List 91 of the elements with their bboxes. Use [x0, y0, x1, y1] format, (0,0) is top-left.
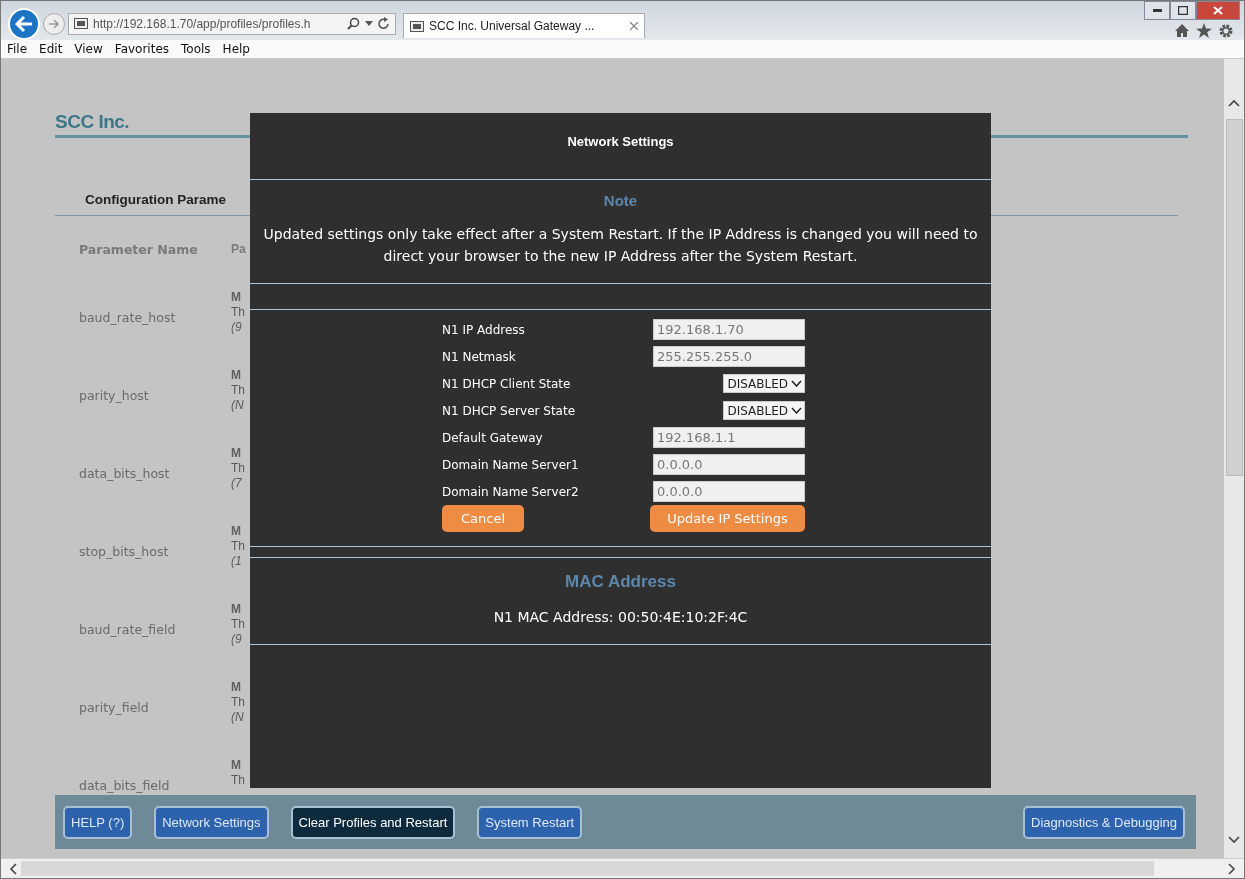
parameter-title: M	[231, 290, 241, 304]
toolbar-button[interactable]: HELP (?)	[63, 805, 133, 839]
url-text: http://192.168.1.70/app/profiles/profiles.h	[93, 16, 312, 31]
page-icon	[410, 20, 424, 32]
input-field[interactable]: 255.255.255.0	[653, 346, 805, 367]
column-header: Parameter Name	[79, 242, 199, 259]
field-label: N1 IP Address	[442, 322, 526, 337]
back-arrow-icon	[15, 15, 33, 32]
parameter-description: Th	[231, 617, 245, 631]
menu-item[interactable]: View	[74, 42, 103, 56]
browser-tab[interactable]: SCC Inc. Universal Gateway ...	[403, 13, 645, 38]
parameter-name: data_bits_host	[79, 466, 170, 481]
parameter-description: Th	[231, 539, 245, 553]
input-field[interactable]: 192.168.1.70	[653, 319, 805, 340]
close-button[interactable]	[1196, 1, 1240, 20]
parameter-name: baud_rate_host	[79, 310, 176, 325]
input-field[interactable]: 0.0.0.0	[653, 481, 805, 502]
note-text: Updated settings only take effect after a System Restart. If the IP Address is changed you will need to direct your browser to the new IP Address after the System Restart.	[262, 225, 979, 266]
toolbar-button[interactable]: Clear Profiles and Restart	[290, 805, 456, 839]
parameter-hint: (1	[231, 554, 242, 568]
column-header: Pa	[231, 242, 247, 258]
parameter-name: parity_host	[79, 388, 149, 403]
parameter-description: Th	[231, 695, 245, 709]
home-icon[interactable]	[1174, 23, 1190, 38]
mac-address-text: N1 MAC Address: 00:50:4E:10:2F:4C	[492, 608, 749, 627]
menu-item[interactable]: Edit	[39, 42, 63, 56]
menu-item[interactable]: Help	[222, 42, 250, 56]
toolbar-button[interactable]: Network Settings	[154, 805, 269, 839]
parameter-name: parity_field	[79, 700, 149, 715]
page-icon	[74, 18, 88, 29]
parameter-description: Th	[231, 383, 245, 397]
input-field[interactable]: 192.168.1.1	[653, 427, 805, 448]
field-label: Domain Name Server1	[442, 457, 580, 472]
parameter-title: M	[231, 368, 241, 382]
dropdown-value: DISABLED	[727, 403, 788, 418]
vertical-scrollbar[interactable]	[1224, 59, 1244, 858]
address-bar[interactable]: http://192.168.1.70/app/profiles/profiles.h	[68, 12, 396, 35]
field-label: Default Gateway	[442, 430, 544, 445]
toolbar-button[interactable]: Diagnostics & Debugging	[1023, 805, 1185, 839]
dropdown[interactable]: DISABLED	[723, 374, 805, 393]
tab-title: SCC Inc. Universal Gateway ...	[429, 19, 596, 33]
menu-item[interactable]: Tools	[181, 42, 211, 56]
menu-item[interactable]: File	[7, 42, 28, 56]
forward-arrow-icon	[48, 18, 60, 29]
dialog-title: Network Settings	[250, 113, 991, 180]
parameter-hint: (9	[231, 632, 242, 646]
refresh-icon[interactable]	[378, 17, 390, 30]
parameter-hint: (9	[231, 320, 242, 334]
scroll-left-icon[interactable]	[9, 862, 17, 875]
parameter-hint: (N	[231, 710, 244, 724]
mac-heading: MAC Address	[564, 572, 677, 592]
maximize-icon	[1178, 6, 1188, 15]
chevron-down-icon	[791, 380, 802, 387]
dropdown-value: DISABLED	[727, 376, 788, 391]
parameter-title: M	[231, 758, 241, 772]
note-heading: Note	[602, 192, 639, 209]
parameter-hint: (7	[231, 476, 242, 490]
scroll-up-icon[interactable]	[1228, 99, 1240, 107]
toolbar-button[interactable]: System Restart	[477, 805, 583, 839]
parameter-title: M	[231, 680, 241, 694]
close-icon[interactable]	[630, 22, 638, 30]
back-button[interactable]	[8, 7, 40, 40]
scroll-right-icon[interactable]	[1228, 862, 1236, 875]
input-field[interactable]: 0.0.0.0	[653, 454, 805, 475]
minimize-button[interactable]	[1144, 1, 1170, 20]
search-icon[interactable]	[347, 17, 360, 30]
parameter-description: Th	[231, 773, 245, 787]
field-label: N1 Netmask	[442, 349, 517, 364]
settings-icon[interactable]	[1218, 23, 1234, 39]
chevron-down-icon	[791, 407, 802, 414]
field-label: N1 DHCP Server State	[442, 403, 577, 418]
menu-item[interactable]: Favorites	[114, 42, 170, 56]
parameter-title: M	[231, 446, 241, 460]
parameter-title: M	[231, 602, 241, 616]
scroll-down-icon[interactable]	[1228, 836, 1240, 844]
parameter-hint: (N	[231, 398, 244, 412]
maximize-button[interactable]	[1170, 1, 1196, 20]
parameter-name: baud_rate_field	[79, 622, 176, 637]
parameter-name: stop_bits_host	[79, 544, 169, 559]
close-icon	[1213, 6, 1223, 15]
field-label: N1 DHCP Client State	[442, 376, 572, 391]
minimize-icon	[1152, 9, 1162, 12]
dropdown[interactable]: DISABLED	[723, 401, 805, 420]
parameter-title: M	[231, 524, 241, 538]
horizontal-scrollbar[interactable]	[1, 858, 1244, 878]
parameter-description: Th	[231, 305, 245, 319]
caret-icon[interactable]	[365, 21, 373, 26]
field-label: Domain Name Server2	[442, 484, 580, 499]
parameter-description: Th	[231, 461, 245, 475]
star-icon[interactable]	[1196, 23, 1212, 38]
parameter-name: data_bits_field	[79, 778, 170, 793]
